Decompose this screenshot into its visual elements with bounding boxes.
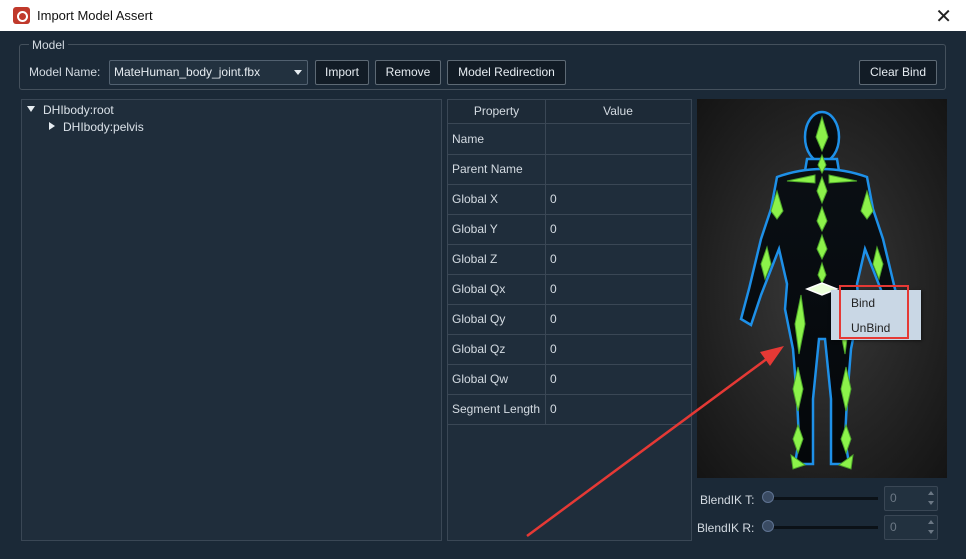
blendik-r-spinbox[interactable]: 0 bbox=[884, 515, 938, 540]
blendik-t-spinbox[interactable]: 0 bbox=[884, 486, 938, 511]
property-name-cell: Global X bbox=[448, 184, 546, 214]
value-header: Value bbox=[546, 100, 690, 124]
property-row[interactable]: Global Qx 0 bbox=[448, 274, 691, 305]
property-row[interactable]: Global X0 bbox=[448, 184, 691, 215]
clear-bind-button[interactable]: Clear Bind bbox=[859, 60, 937, 85]
blendik-t-slider-handle[interactable] bbox=[762, 491, 774, 503]
body-model-viewer[interactable] bbox=[697, 99, 947, 478]
arrow-up-icon[interactable] bbox=[928, 491, 934, 495]
arrow-down-icon[interactable] bbox=[928, 530, 934, 534]
property-name-cell: Global Qx bbox=[448, 274, 546, 304]
property-name-cell: Global Y bbox=[448, 214, 546, 244]
model-group-title: Model bbox=[29, 38, 68, 52]
property-value-cell[interactable]: 0 bbox=[546, 184, 691, 214]
model-name-label: Model Name: bbox=[29, 65, 101, 79]
dialog-body: Model Model Name: MateHuman_body_joint.f… bbox=[0, 31, 966, 559]
property-row[interactable]: Segment Length 0 bbox=[448, 394, 691, 425]
property-value-cell[interactable]: 0 bbox=[546, 274, 691, 304]
property-value-cell[interactable] bbox=[546, 154, 691, 184]
property-header: Property bbox=[448, 100, 546, 124]
remove-button[interactable]: Remove bbox=[375, 60, 441, 85]
window-title: Import Model Assert bbox=[37, 8, 153, 23]
close-icon[interactable]: ✕ bbox=[935, 4, 952, 29]
property-row[interactable]: Global Qz 0 bbox=[448, 334, 691, 365]
arrow-up-icon[interactable] bbox=[928, 520, 934, 524]
property-name-cell: Name bbox=[448, 124, 546, 154]
property-name-cell: Global Qz bbox=[448, 334, 546, 364]
blendik-r-slider[interactable] bbox=[764, 526, 878, 529]
expanded-arrow-icon[interactable] bbox=[27, 106, 35, 112]
property-name-cell: Global Qy bbox=[448, 304, 546, 334]
menu-item-bind[interactable]: Bind bbox=[851, 296, 875, 310]
menu-item-unbind[interactable]: UnBind bbox=[851, 321, 890, 335]
blendik-r-label: BlendIK R: bbox=[697, 521, 755, 535]
human-body-figure bbox=[739, 110, 905, 470]
property-value-cell[interactable]: 0 bbox=[546, 364, 691, 394]
bind-context-menu: Bind UnBind bbox=[831, 290, 921, 340]
property-name-cell: Global Qw bbox=[448, 364, 546, 394]
property-value-cell[interactable]: 0 bbox=[546, 304, 691, 334]
import-button[interactable]: Import bbox=[315, 60, 369, 85]
model-name-value: MateHuman_body_joint.fbx bbox=[114, 65, 261, 79]
property-row[interactable]: Global Z0 bbox=[448, 244, 691, 275]
tree-item-label: DHIbody:root bbox=[43, 103, 114, 117]
joint-tree[interactable]: DHIbody:root DHIbody:pelvis bbox=[21, 99, 442, 541]
model-name-dropdown[interactable]: MateHuman_body_joint.fbx bbox=[109, 60, 308, 85]
blendik-t-label: BlendIK T: bbox=[700, 493, 755, 507]
property-value-cell[interactable]: 0 bbox=[546, 334, 691, 364]
blendik-r-value: 0 bbox=[890, 520, 897, 534]
property-row[interactable]: Name bbox=[448, 124, 691, 155]
blendik-t-value: 0 bbox=[890, 491, 897, 505]
property-table: Property Value Name Parent Name Global X0G… bbox=[447, 99, 692, 541]
property-name-cell: Parent Name bbox=[448, 154, 546, 184]
property-value-cell[interactable]: 0 bbox=[546, 394, 691, 424]
property-row[interactable]: Parent Name bbox=[448, 154, 691, 185]
property-name-cell: Global Z bbox=[448, 244, 546, 274]
property-value-cell[interactable]: 0 bbox=[546, 244, 691, 274]
collapsed-arrow-icon[interactable] bbox=[49, 122, 55, 130]
model-redirection-button[interactable]: Model Redirection bbox=[447, 60, 566, 85]
property-name-cell: Segment Length bbox=[448, 394, 546, 424]
chevron-down-icon bbox=[294, 70, 302, 75]
property-value-cell[interactable]: 0 bbox=[546, 214, 691, 244]
property-row[interactable]: Global Y0 bbox=[448, 214, 691, 245]
title-bar: Import Model Assert ✕ bbox=[0, 0, 966, 31]
blendik-r-slider-handle[interactable] bbox=[762, 520, 774, 532]
property-row[interactable]: Global Qw 0 bbox=[448, 364, 691, 395]
app-logo-icon bbox=[13, 7, 30, 24]
property-row[interactable]: Global Qy 0 bbox=[448, 304, 691, 335]
property-value-cell[interactable] bbox=[546, 124, 691, 154]
arrow-down-icon[interactable] bbox=[928, 501, 934, 505]
blendik-t-slider[interactable] bbox=[764, 497, 878, 500]
tree-item-label: DHIbody:pelvis bbox=[63, 120, 144, 134]
model-group: Model Model Name: MateHuman_body_joint.f… bbox=[19, 38, 946, 90]
